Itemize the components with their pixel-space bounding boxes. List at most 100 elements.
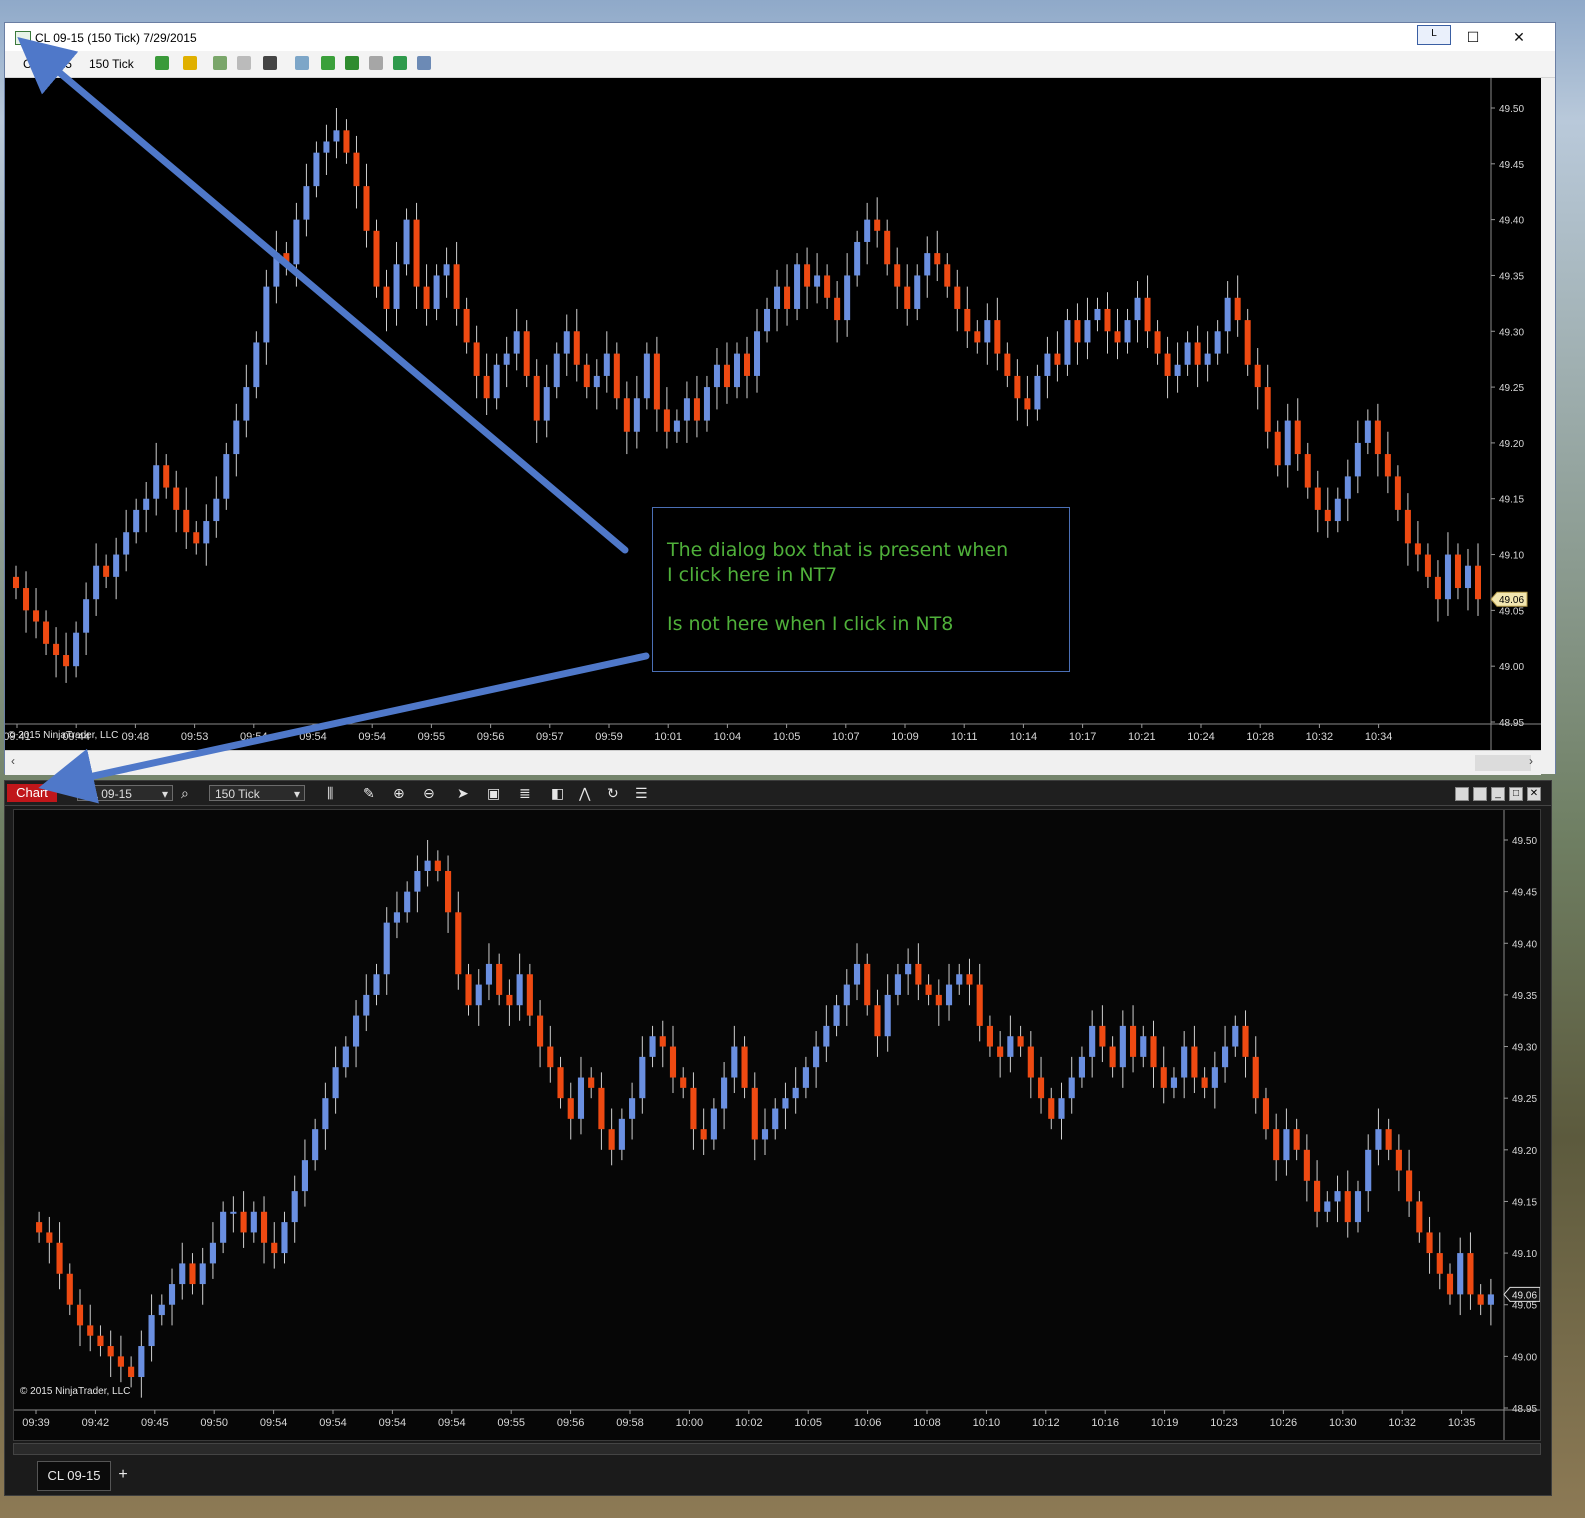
candle-down (1434, 576, 1441, 600)
pencil-icon[interactable] (183, 56, 197, 70)
drawing-tools-icon[interactable]: ⋀ (579, 785, 590, 802)
time-tick-label: 09:54 (240, 731, 268, 743)
interval-dropdown[interactable]: 150 Tick (89, 57, 134, 71)
time-tick-label: 09:45 (141, 1417, 169, 1429)
tab-cl-09-15[interactable]: CL 09-15 (37, 1461, 111, 1491)
refresh-icon[interactable]: ↻ (607, 785, 619, 802)
candle-down (1104, 308, 1111, 332)
candle-up (844, 275, 851, 321)
price-tick-label: 49.10 (1512, 1249, 1537, 1260)
close-icon[interactable]: ✕ (1527, 787, 1541, 801)
time-tick-label: 09:39 (22, 1417, 50, 1429)
candle-down (87, 1325, 94, 1336)
candle-up (864, 219, 871, 242)
time-tick-label: 09:57 (536, 731, 564, 743)
candle-down (1384, 454, 1391, 477)
candle-down (1048, 1098, 1055, 1119)
pointer-icon[interactable]: ➤ (457, 785, 469, 802)
candle-up (1354, 1191, 1362, 1223)
maximize-icon[interactable]: □ (1509, 787, 1523, 801)
close-button[interactable]: ✕ (1501, 25, 1537, 49)
nt8-horizontal-scrollbar[interactable] (13, 1443, 1541, 1455)
candle-down (383, 286, 390, 309)
price-tick-label: 49.50 (1512, 836, 1537, 847)
window-tile-icon[interactable] (1473, 787, 1487, 801)
instrument-dropdown[interactable]: CL 09-15 (23, 57, 72, 71)
time-tick-label: 10:28 (1246, 731, 1274, 743)
candle-up (1444, 554, 1451, 600)
bars-type-icon[interactable]: ⫼ (327, 785, 333, 802)
instrument-select[interactable]: CL 09-15 ▾ (77, 785, 173, 801)
candle-down (76, 1304, 84, 1326)
candle-up (649, 1036, 656, 1057)
candle-down (1374, 420, 1381, 455)
window-linking-icon[interactable] (1455, 787, 1469, 801)
candle-down (526, 974, 533, 1016)
nt8-tab-strip: CL 09-15 + (5, 1457, 1551, 1495)
zoom-out-icon[interactable]: ⊖ (423, 785, 435, 802)
candle-up (814, 275, 821, 287)
properties-icon[interactable] (369, 56, 383, 70)
data-box-icon[interactable]: ▣ (487, 785, 500, 802)
candle-up (894, 974, 901, 995)
candle-up (1068, 1077, 1075, 1099)
chart-trader-icon[interactable]: ≣ (519, 785, 531, 802)
scroll-left-icon[interactable]: ‹ (11, 754, 15, 768)
candle-up (833, 1005, 840, 1026)
nt7-title-bar[interactable]: CL 09-15 (150 Tick) 7/29/2015 L ☐ ✕ (5, 23, 1555, 51)
candle-up (363, 994, 370, 1016)
candle-down (107, 1346, 114, 1357)
candle-down (1262, 1098, 1270, 1130)
candle-down (1099, 1025, 1106, 1047)
nt8-chart-panel[interactable]: 49.50 49.45 49.40 49.35 49.30 49.25 49.20 49.15… (13, 809, 1541, 1441)
search-icon[interactable]: ⌕ (181, 785, 189, 802)
zoom-in-icon[interactable]: ⊕ (393, 785, 405, 802)
chart-menu-button[interactable]: Chart (7, 784, 57, 802)
scroll-thumb[interactable] (1475, 755, 1531, 771)
time-tick-label: 10:34 (1365, 731, 1393, 743)
candle-down (693, 398, 700, 421)
annotation-line-3: Is not here when I click in NT8 (667, 613, 954, 635)
candle-down (751, 1087, 758, 1140)
candle-up (843, 984, 850, 1006)
strategies-icon[interactable] (345, 56, 359, 70)
candle-up (352, 1015, 360, 1047)
zoom-out-icon[interactable] (237, 56, 251, 70)
zoom-in-icon[interactable] (213, 56, 227, 70)
templates-icon[interactable] (417, 56, 431, 70)
time-tick-label: 09:55 (418, 731, 446, 743)
minimize-icon[interactable]: _ (1491, 787, 1505, 801)
candle-down (43, 621, 50, 644)
candle-down (189, 1263, 196, 1285)
nt8-price-chart[interactable]: 49.50 49.45 49.40 49.35 49.30 49.25 49.20 49.15… (14, 810, 1540, 1440)
interval-select[interactable]: 150 Tick ▾ (209, 785, 305, 801)
nt7-horizontal-scrollbar[interactable]: ‹ › (5, 750, 1541, 775)
maximize-button[interactable]: ☐ (1455, 25, 1491, 49)
chart-style-icon[interactable] (155, 56, 169, 70)
candle-down (1394, 476, 1401, 510)
data-box-icon[interactable] (295, 56, 309, 70)
price-tick-label: 48.95 (1512, 1404, 1537, 1415)
chart-window-icon[interactable] (15, 31, 31, 45)
pencil-icon[interactable]: ✎ (363, 785, 375, 802)
add-tab-button[interactable]: + (111, 1461, 135, 1489)
candle-up (433, 275, 440, 309)
candle-up (404, 891, 411, 913)
price-tick-label: 49.35 (1512, 991, 1537, 1002)
candle-down (669, 1046, 677, 1078)
candle-up (802, 1067, 809, 1088)
candle-down (994, 320, 1001, 354)
candle-down (36, 1222, 43, 1233)
strategies-icon[interactable]: ◧ (551, 785, 564, 802)
candle-down (373, 230, 380, 287)
time-tick-label: 09:54 (319, 1417, 347, 1429)
candle-down (653, 353, 660, 410)
candle-up (83, 599, 90, 633)
interval-select-value: 150 Tick (215, 787, 260, 801)
scroll-right-icon[interactable]: › (1529, 754, 1533, 768)
crosshair-icon[interactable] (263, 56, 277, 70)
properties-list-icon[interactable]: ☰ (635, 785, 648, 802)
minimize-l-button[interactable]: L (1417, 25, 1451, 45)
indicators-icon[interactable] (321, 56, 335, 70)
chart-trader-icon[interactable] (393, 56, 407, 70)
